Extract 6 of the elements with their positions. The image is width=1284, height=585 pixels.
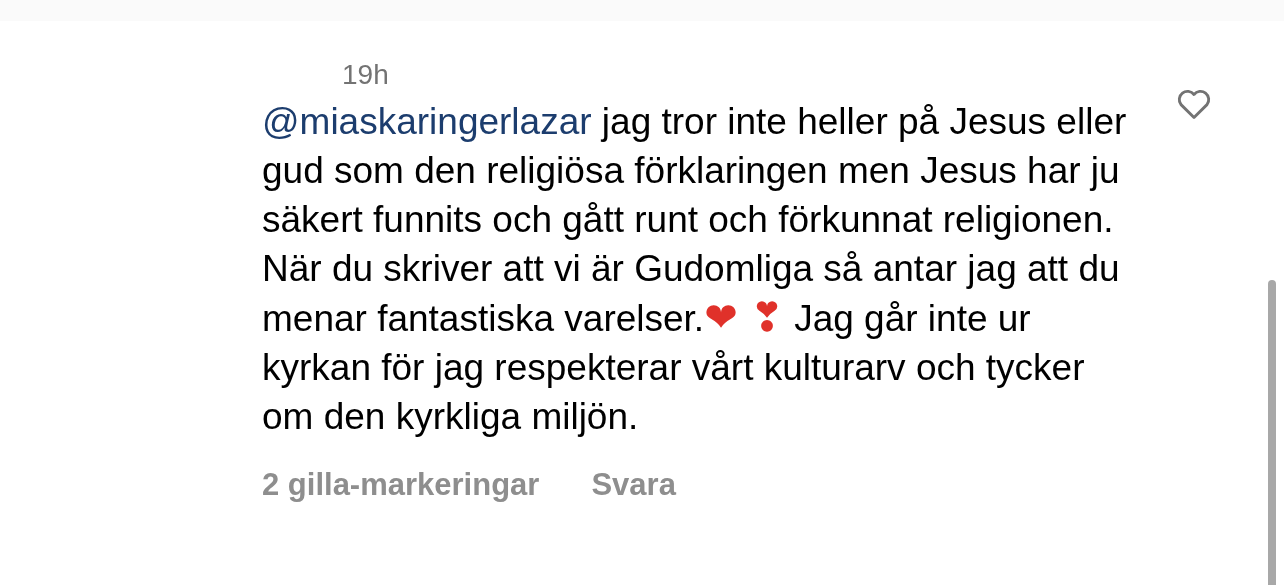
comment-text: @miaskaringerlazar jag tror inte heller på Jesus eller gud som den religiösa förklaringen men Jesus har ju säkert funnits och gått runt och förkunnat religionen. När du skriver att vi är Gudomliga så antar jag att du menar fantastiska varelser.❤ ❣ Jag går inte ur kyrkan för jag respekterar vårt kulturarv och tycker om den kyrkliga miljön. [262,100,1128,439]
like-count[interactable]: 2 gilla-markeringar [262,467,540,503]
comment-time: 19h [342,59,389,91]
mention-link[interactable]: @miaskaringerlazar [262,101,592,142]
reply-button[interactable]: Svara [591,467,676,503]
scrollbar-thumb[interactable] [1268,280,1276,585]
